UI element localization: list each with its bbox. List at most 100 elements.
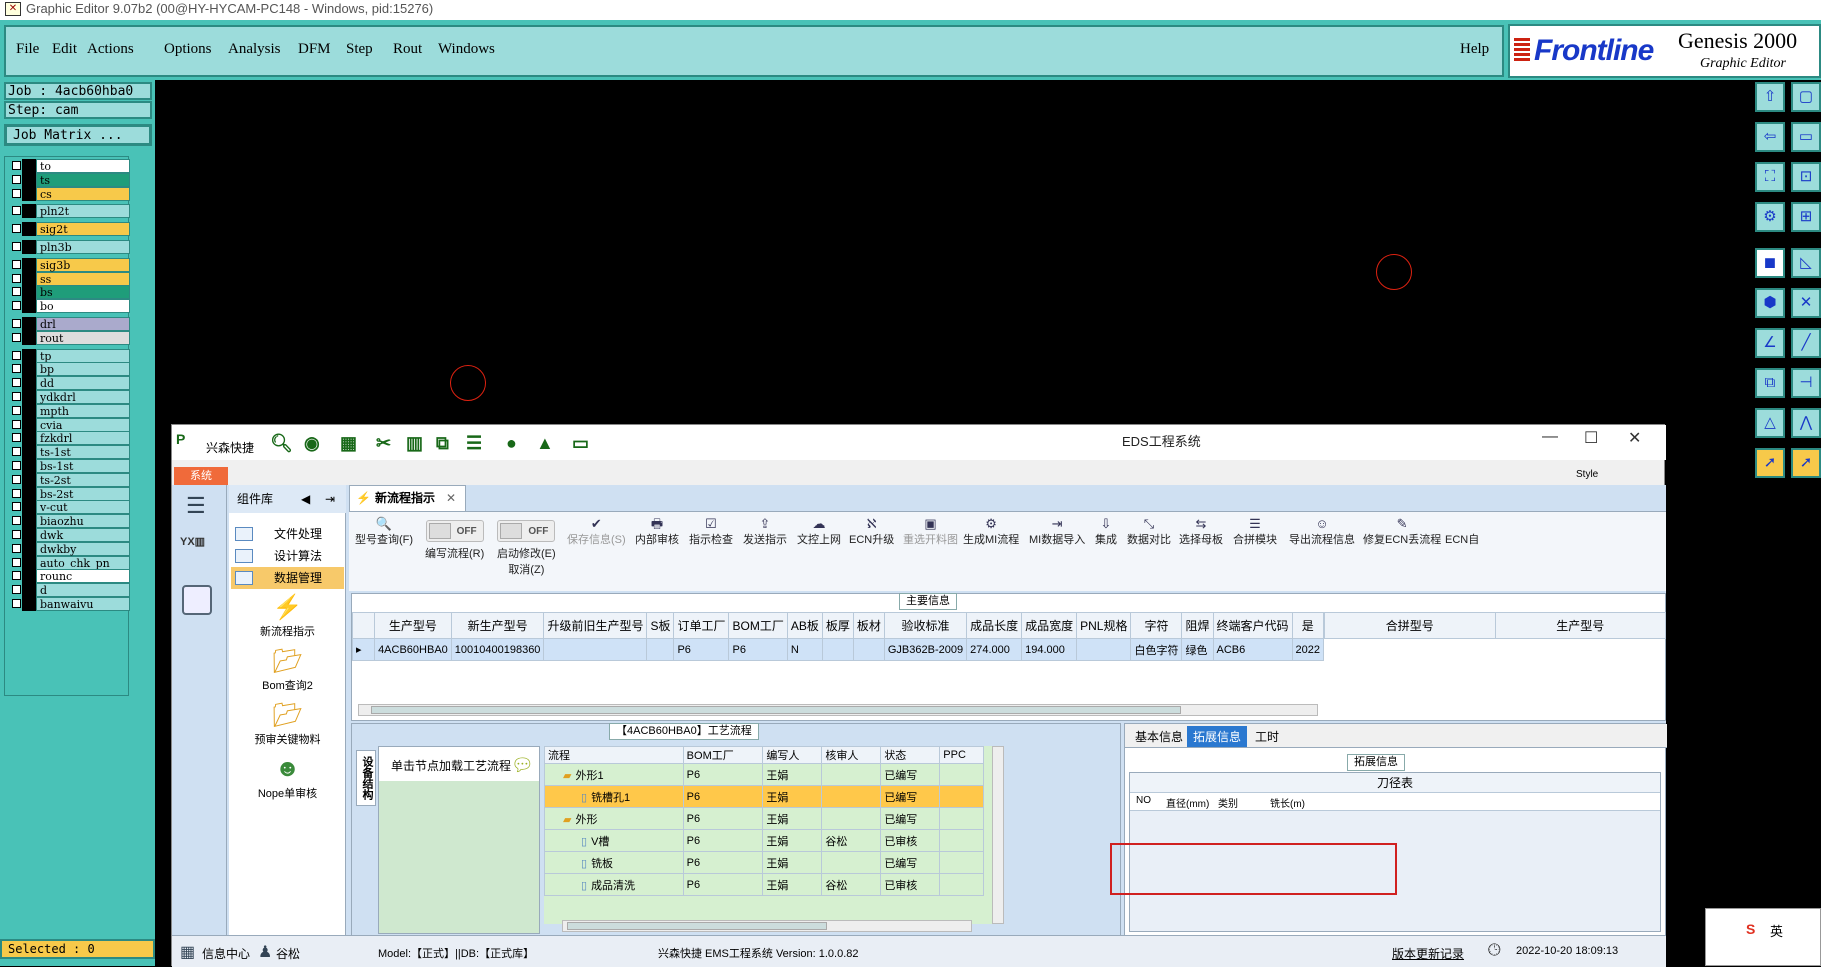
collapse-left-icon[interactable]: ◀ xyxy=(301,485,310,513)
layer-checkbox[interactable] xyxy=(12,319,21,328)
layer-row[interactable]: banwaivu xyxy=(8,597,130,611)
tree-node[interactable]: ▯ 成品清洗 xyxy=(544,873,684,896)
column-header[interactable]: 是 xyxy=(1291,612,1325,639)
layer-name[interactable]: biaozhu xyxy=(36,514,130,529)
layer-checkbox[interactable] xyxy=(12,405,21,415)
layer-checkbox[interactable] xyxy=(12,242,21,251)
ribbon-button[interactable]: ☰ 合拼模块 xyxy=(1233,516,1277,548)
tool-back-icon[interactable]: ⇦ xyxy=(1755,122,1785,152)
layer-name[interactable]: fzkdrl xyxy=(36,431,130,446)
layer-name[interactable]: rout xyxy=(36,330,130,345)
layer-checkbox[interactable] xyxy=(12,502,21,512)
layer-row[interactable]: mpth xyxy=(8,403,130,418)
ribbon-button[interactable]: ▣ 重选开料图 xyxy=(903,516,958,548)
column-header[interactable]: BOM工厂 xyxy=(682,746,764,764)
table-cell[interactable] xyxy=(646,638,675,661)
column-header[interactable]: 字符 xyxy=(1130,612,1183,639)
layer-row[interactable]: cs xyxy=(8,186,130,201)
table-row[interactable]: ▯ 成品清洗 P6 王娟 谷松 已审核 xyxy=(544,873,984,896)
layer-name[interactable]: cvia xyxy=(36,417,130,432)
layer-name[interactable]: banwaivu xyxy=(36,597,130,611)
layer-checkbox[interactable] xyxy=(12,273,21,283)
film-icon[interactable]: ▥ xyxy=(406,433,423,454)
tool-angle-icon[interactable]: ∠ xyxy=(1755,328,1785,358)
layer-checkbox[interactable] xyxy=(12,557,21,567)
tool-arc-icon[interactable]: ⋀ xyxy=(1791,408,1821,438)
layer-row[interactable]: d xyxy=(8,583,130,598)
chart-icon[interactable]: ▲ xyxy=(536,433,554,454)
layer-checkbox[interactable] xyxy=(12,392,21,401)
calculator-icon[interactable] xyxy=(182,585,212,615)
flow-vscrollbar[interactable] xyxy=(992,746,1004,924)
layer-row[interactable]: auto_chk_pn xyxy=(8,555,130,570)
menu-rout[interactable]: Rout xyxy=(393,41,422,58)
column-header[interactable]: S板 xyxy=(646,612,675,639)
scrollbar-thumb[interactable] xyxy=(567,922,827,930)
ribbon-button[interactable]: 🔍 型号查询(F) xyxy=(355,516,413,548)
table-cell[interactable] xyxy=(852,638,885,661)
vertical-tab[interactable]: 设备结构 xyxy=(356,750,376,806)
layer-row[interactable]: bs-2st xyxy=(8,486,130,501)
ribbon-button[interactable]: OFF 启动修改(E) 取消(Z) xyxy=(497,516,556,578)
column-header[interactable]: 升级前旧生产型号 xyxy=(543,612,648,639)
layer-name[interactable]: drl xyxy=(36,317,130,331)
layer-checkbox[interactable] xyxy=(12,301,21,311)
menu-analysis[interactable]: Analysis xyxy=(228,41,281,58)
layer-name[interactable]: ss xyxy=(36,271,130,286)
layer-checkbox[interactable] xyxy=(12,364,21,374)
layer-row[interactable]: cvia xyxy=(8,417,130,432)
pin-icon[interactable]: ⇥ xyxy=(325,485,335,513)
big-item-material[interactable]: 📂︎ 预审关键物料 xyxy=(229,701,346,747)
column-header[interactable]: 成品长度 xyxy=(966,612,1023,639)
ribbon-button[interactable]: ⇆ 选择母板 xyxy=(1179,516,1223,548)
tool-cross-icon[interactable]: ✕ xyxy=(1791,288,1821,318)
layer-name[interactable]: bs xyxy=(36,285,130,300)
layer-name[interactable]: dwk xyxy=(36,528,130,542)
layer-row[interactable]: ts-2st xyxy=(8,472,130,487)
tool-window-icon[interactable]: ▢ xyxy=(1791,82,1821,112)
layer-row[interactable]: sig2t xyxy=(8,222,130,237)
layer-row[interactable]: sig3b xyxy=(8,257,130,272)
layer-checkbox[interactable] xyxy=(12,419,21,429)
column-header[interactable]: 终端客户代码 xyxy=(1212,612,1293,639)
layer-checkbox[interactable] xyxy=(12,571,21,581)
layer-row[interactable]: dwkby xyxy=(8,541,130,556)
tool-grid-icon[interactable]: ⊞ xyxy=(1791,202,1821,232)
ribbon-button[interactable]: ℵ ECN升级 xyxy=(849,516,894,548)
layer-checkbox[interactable] xyxy=(12,433,21,443)
table-cell[interactable]: 4ACB60HBA0 xyxy=(374,638,452,661)
menu-step[interactable]: Step xyxy=(346,41,373,58)
system-tab[interactable]: 系统 xyxy=(174,467,228,485)
layer-name[interactable]: tp xyxy=(36,348,130,363)
column-header[interactable]: 合拼型号 xyxy=(1324,612,1496,639)
ribbon-button[interactable]: ☑ 指示检查 xyxy=(689,516,733,548)
search-icon[interactable]: 🔍︎ xyxy=(270,433,293,454)
layer-name[interactable]: ts-1st xyxy=(36,445,130,460)
layer-row[interactable]: v-cut xyxy=(8,500,130,515)
column-header[interactable]: 成品宽度 xyxy=(1021,612,1078,639)
column-header[interactable]: 阻焊 xyxy=(1181,612,1214,639)
tab-close-icon[interactable]: ✕ xyxy=(446,486,456,510)
comp-item-file[interactable]: 文件处理 xyxy=(231,523,344,545)
layer-checkbox[interactable] xyxy=(12,188,21,198)
layer-checkbox[interactable] xyxy=(12,378,21,388)
layer-name[interactable]: auto_chk_pn xyxy=(36,555,130,570)
table-cell[interactable]: 绿色 xyxy=(1181,638,1214,661)
column-header[interactable]: PPC xyxy=(939,746,984,764)
ribbon-button[interactable]: ✔ 保存信息(S) xyxy=(567,516,626,548)
column-header[interactable]: AB板 xyxy=(786,612,823,639)
flow-hscrollbar[interactable] xyxy=(562,920,972,932)
comp-item-algorithm[interactable]: 设计算法 xyxy=(231,545,344,567)
table-cell[interactable] xyxy=(543,638,648,661)
ribbon-button[interactable]: ⤡ 数据对比 xyxy=(1127,516,1171,548)
layer-checkbox[interactable] xyxy=(12,332,21,342)
layer-row[interactable]: pln3b xyxy=(8,240,130,254)
layer-name[interactable]: d xyxy=(36,583,130,598)
table-cell[interactable]: 白色字符 xyxy=(1130,638,1183,661)
info-center[interactable]: 信息中心 xyxy=(202,945,250,962)
layer-checkbox[interactable] xyxy=(12,461,21,470)
tool-diagonal-icon[interactable]: ╱ xyxy=(1791,328,1821,358)
layer-row[interactable]: rout xyxy=(8,330,130,345)
minimize-icon[interactable]: — xyxy=(1542,428,1558,446)
table-cell[interactable]: N xyxy=(786,638,823,661)
